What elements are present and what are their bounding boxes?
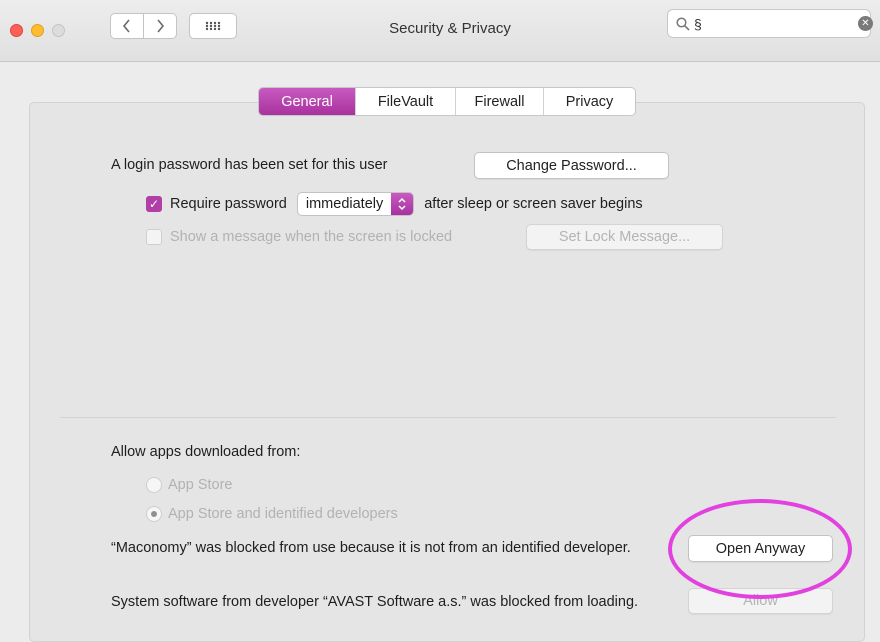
- tab-bar: General FileVault Firewall Privacy: [258, 87, 636, 116]
- allow-apps-heading: Allow apps downloaded from:: [111, 444, 301, 460]
- tab-general[interactable]: General: [259, 88, 355, 115]
- require-password-after-text: after sleep or screen saver begins: [424, 196, 643, 212]
- login-password-text: A login password has been set for this u…: [111, 157, 388, 173]
- updown-arrows-icon: [391, 193, 414, 215]
- title-bar: Security & Privacy ✕: [0, 0, 880, 62]
- maconomy-blocked-text: “Maconomy” was blocked from use because …: [111, 540, 631, 556]
- require-password-label: Require password: [170, 196, 287, 212]
- search-icon: [676, 16, 690, 31]
- show-all-button[interactable]: [189, 13, 237, 39]
- require-password-delay-value: immediately: [305, 196, 384, 212]
- app-store-label: App Store: [168, 477, 233, 493]
- change-password-button[interactable]: Change Password...: [474, 152, 669, 179]
- tab-firewall[interactable]: Firewall: [455, 88, 543, 115]
- set-lock-message-button[interactable]: Set Lock Message...: [526, 224, 723, 250]
- show-message-label: Show a message when the screen is locked: [170, 229, 453, 245]
- grid-icon: [205, 21, 221, 31]
- require-password-delay-select[interactable]: immediately: [296, 192, 415, 216]
- forward-button[interactable]: [143, 13, 177, 39]
- section-divider: [60, 417, 836, 418]
- search-field[interactable]: ✕: [667, 9, 873, 38]
- app-store-radio[interactable]: [146, 477, 162, 493]
- window-title: Security & Privacy: [389, 20, 511, 37]
- tab-privacy[interactable]: Privacy: [543, 88, 635, 115]
- tab-filevault[interactable]: FileVault: [355, 88, 455, 115]
- highlight-ring-annotation: [668, 499, 852, 599]
- search-input[interactable]: [694, 15, 844, 32]
- zoom-window-button[interactable]: [52, 24, 65, 37]
- minimize-window-button[interactable]: [31, 24, 44, 37]
- chevron-right-icon: [157, 19, 165, 33]
- show-message-checkbox[interactable]: [146, 229, 162, 245]
- clear-search-icon[interactable]: ✕: [858, 16, 873, 31]
- identified-developers-label: App Store and identified developers: [168, 506, 398, 522]
- identified-developers-radio[interactable]: [146, 506, 162, 522]
- require-password-checkbox[interactable]: ✓: [146, 196, 162, 212]
- back-button[interactable]: [110, 13, 144, 39]
- chevron-left-icon: [122, 19, 130, 33]
- close-window-button[interactable]: [10, 24, 23, 37]
- system-software-blocked-text: System software from developer “AVAST So…: [111, 594, 639, 610]
